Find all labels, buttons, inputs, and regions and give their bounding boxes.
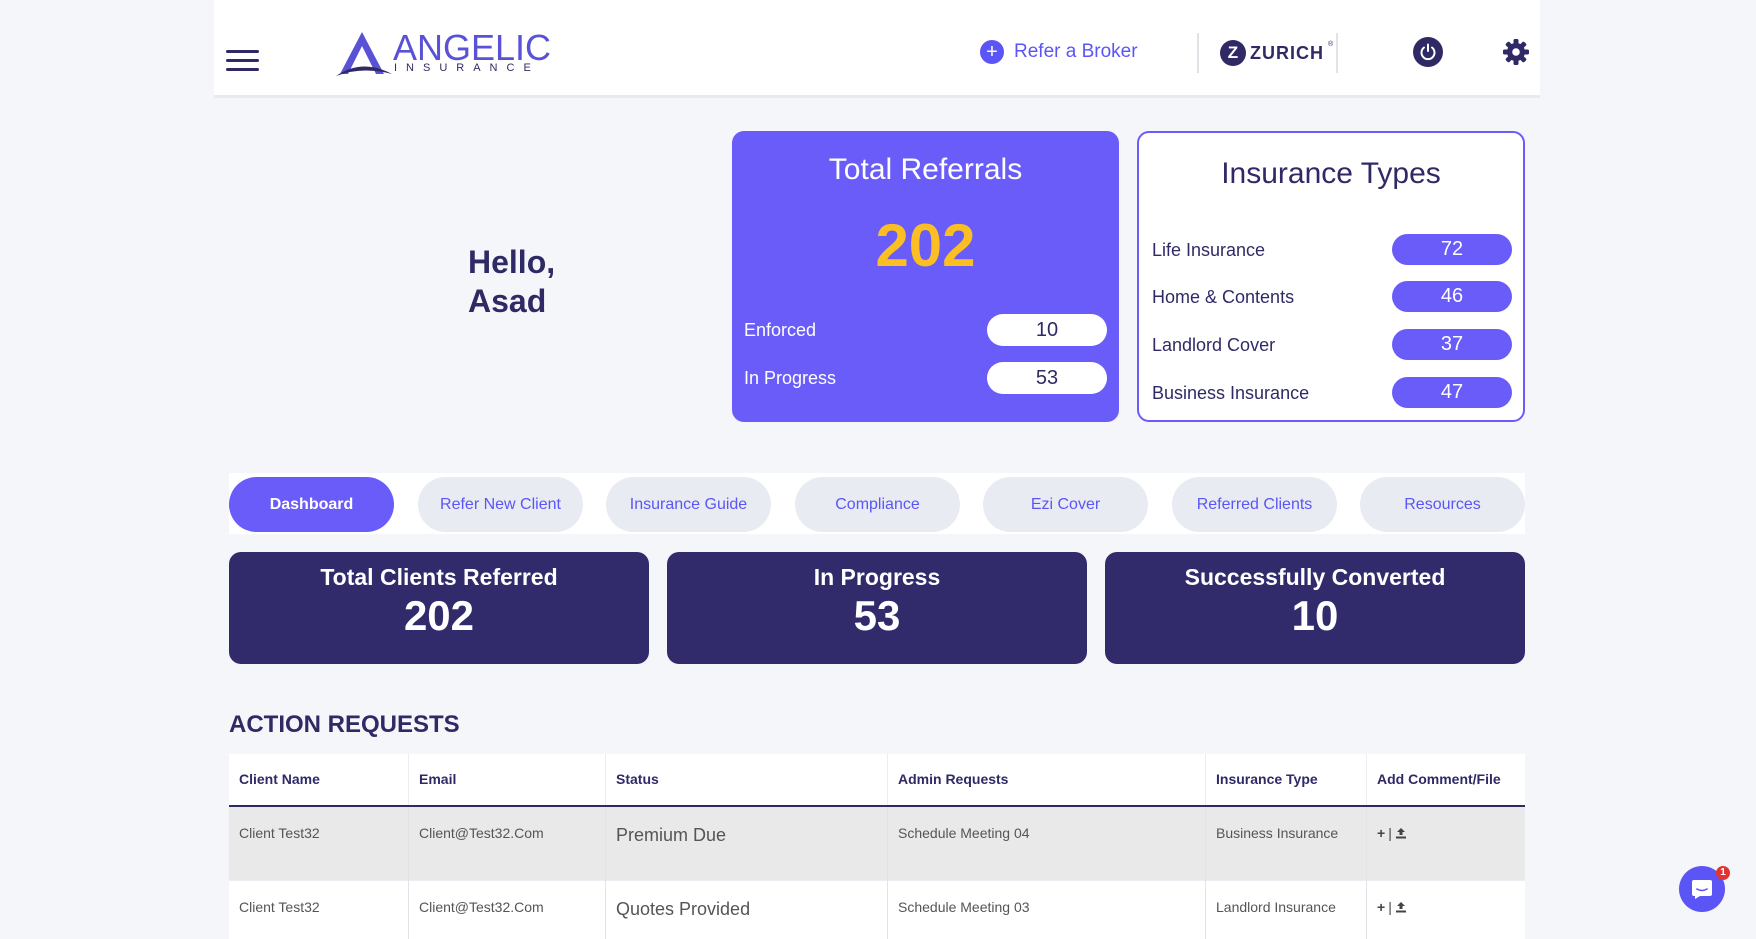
divider: [1197, 33, 1199, 73]
greeting-name: Asad: [468, 283, 547, 319]
insurance-types-card: Insurance Types Life Insurance 72 Home &…: [1137, 131, 1525, 422]
upload-icon[interactable]: [1395, 827, 1407, 839]
column-header: Insurance Type: [1206, 754, 1367, 805]
greeting-hello: Hello,: [468, 244, 556, 280]
add-comment-icon[interactable]: +: [1377, 899, 1385, 915]
enforced-row: Enforced 10: [744, 314, 1107, 348]
action-requests-table: Client Name Email Status Admin Requests …: [229, 754, 1525, 939]
insurance-type-count: 47: [1392, 377, 1512, 408]
tab-compliance[interactable]: Compliance: [795, 477, 960, 532]
tab-resources[interactable]: Resources: [1360, 477, 1525, 532]
total-referrals-value: 202: [875, 212, 976, 279]
chat-notification-badge: 1: [1716, 866, 1730, 880]
tab-insurance-guide[interactable]: Insurance Guide: [606, 477, 771, 532]
column-header: Add Comment/File: [1377, 771, 1501, 787]
top-bar: ANGELIC INSURANCE + Refer a Broker Z ZUR…: [214, 0, 1540, 98]
tab-referred-clients[interactable]: Referred Clients: [1172, 477, 1337, 532]
gear-icon[interactable]: [1502, 38, 1530, 66]
insurance-type-label: Home & Contents: [1152, 287, 1295, 307]
plus-circle-icon: +: [980, 40, 1004, 64]
column-header: Email: [409, 754, 606, 805]
logo-a-icon: [336, 32, 392, 76]
cell-admin-request: Schedule Meeting 03: [888, 881, 1206, 939]
insurance-type-row: Landlord Cover 37: [1152, 329, 1512, 361]
cell-status: Quotes Provided: [606, 881, 888, 939]
insurance-type-label: Life Insurance: [1152, 240, 1266, 260]
stat-label: Successfully Converted: [1184, 564, 1446, 590]
stat-value: 202: [403, 592, 475, 639]
greeting: Hello, Asad: [468, 243, 555, 321]
stat-value: 10: [1291, 592, 1339, 639]
in-progress-value: 53: [987, 362, 1107, 394]
insurance-type-count: 46: [1392, 281, 1512, 312]
cell-insurance-type: Business Insurance: [1206, 807, 1367, 881]
total-referrals-card: Total Referrals 202 Enforced 10 In Progr…: [732, 131, 1119, 422]
cell-email: Client@Test32.Com: [409, 807, 606, 881]
enforced-label: Enforced: [744, 320, 817, 340]
cell-client-name: Client Test32: [229, 881, 409, 939]
column-header: Status: [606, 754, 888, 805]
divider: [1336, 33, 1338, 73]
tab-ezi-cover[interactable]: Ezi Cover: [983, 477, 1148, 532]
cell-status: Premium Due: [606, 807, 888, 881]
column-header: Admin Requests: [888, 754, 1206, 805]
cell-email: Client@Test32.Com: [409, 881, 606, 939]
insurance-type-count: 37: [1392, 329, 1512, 360]
insurance-type-count: 72: [1392, 234, 1512, 265]
enforced-value: 10: [987, 314, 1107, 346]
column-header: Client Name: [229, 754, 409, 805]
hamburger-menu-icon[interactable]: [226, 50, 259, 72]
logo-subtitle: INSURANCE: [394, 62, 540, 74]
cell-admin-request: Schedule Meeting 04: [888, 807, 1206, 881]
action-separator: |: [1388, 899, 1392, 915]
table-row: Client Test32 Client@Test32.Com Quotes P…: [229, 881, 1525, 939]
action-requests-title: ACTION REQUESTS: [229, 711, 460, 738]
zurich-registered-mark: ®: [1328, 41, 1334, 48]
tab-refer-new-client[interactable]: Refer New Client: [418, 477, 583, 532]
angelic-insurance-logo[interactable]: ANGELIC INSURANCE: [336, 28, 551, 78]
cell-actions: + |: [1367, 881, 1525, 939]
insurance-type-row: Life Insurance 72: [1152, 234, 1512, 266]
insurance-type-label: Landlord Cover: [1152, 335, 1276, 355]
stat-card-converted: Successfully Converted 10: [1105, 552, 1525, 664]
in-progress-row: In Progress 53: [744, 362, 1107, 396]
refer-broker-link[interactable]: + Refer a Broker: [980, 38, 1138, 66]
tab-dashboard[interactable]: Dashboard: [229, 477, 394, 532]
stat-card-in-progress: In Progress 53: [667, 552, 1087, 664]
total-referrals-title: Total Referrals: [828, 153, 1023, 186]
table-row: Client Test32 Client@Test32.Com Premium …: [229, 807, 1525, 881]
insurance-type-row: Home & Contents 46: [1152, 281, 1512, 313]
in-progress-label: In Progress: [744, 368, 837, 388]
insurance-type-label: Business Insurance: [1152, 383, 1310, 403]
zurich-logo: Z ZURICH ®: [1220, 39, 1333, 67]
insurance-type-row: Business Insurance 47: [1152, 377, 1512, 409]
zurich-z-icon: Z: [1220, 40, 1246, 66]
cell-client-name: Client Test32: [229, 807, 409, 881]
stat-card-total-clients: Total Clients Referred 202: [229, 552, 649, 664]
nav-tabs: Dashboard Refer New Client Insurance Gui…: [229, 473, 1525, 534]
insurance-types-title: Insurance Types: [1221, 157, 1441, 190]
stat-value: 53: [853, 592, 901, 639]
add-comment-icon[interactable]: +: [1377, 825, 1385, 841]
refer-broker-label: Refer a Broker: [1014, 41, 1138, 62]
power-icon[interactable]: [1413, 37, 1443, 67]
cell-actions: + |: [1367, 807, 1525, 881]
cell-insurance-type: Landlord Insurance: [1206, 881, 1367, 939]
stat-label: In Progress: [813, 564, 941, 590]
zurich-name: ZURICH: [1250, 42, 1324, 63]
action-separator: |: [1388, 825, 1392, 841]
table-header: Client Name Email Status Admin Requests …: [229, 754, 1525, 807]
stat-label: Total Clients Referred: [320, 564, 558, 590]
upload-icon[interactable]: [1395, 901, 1407, 913]
